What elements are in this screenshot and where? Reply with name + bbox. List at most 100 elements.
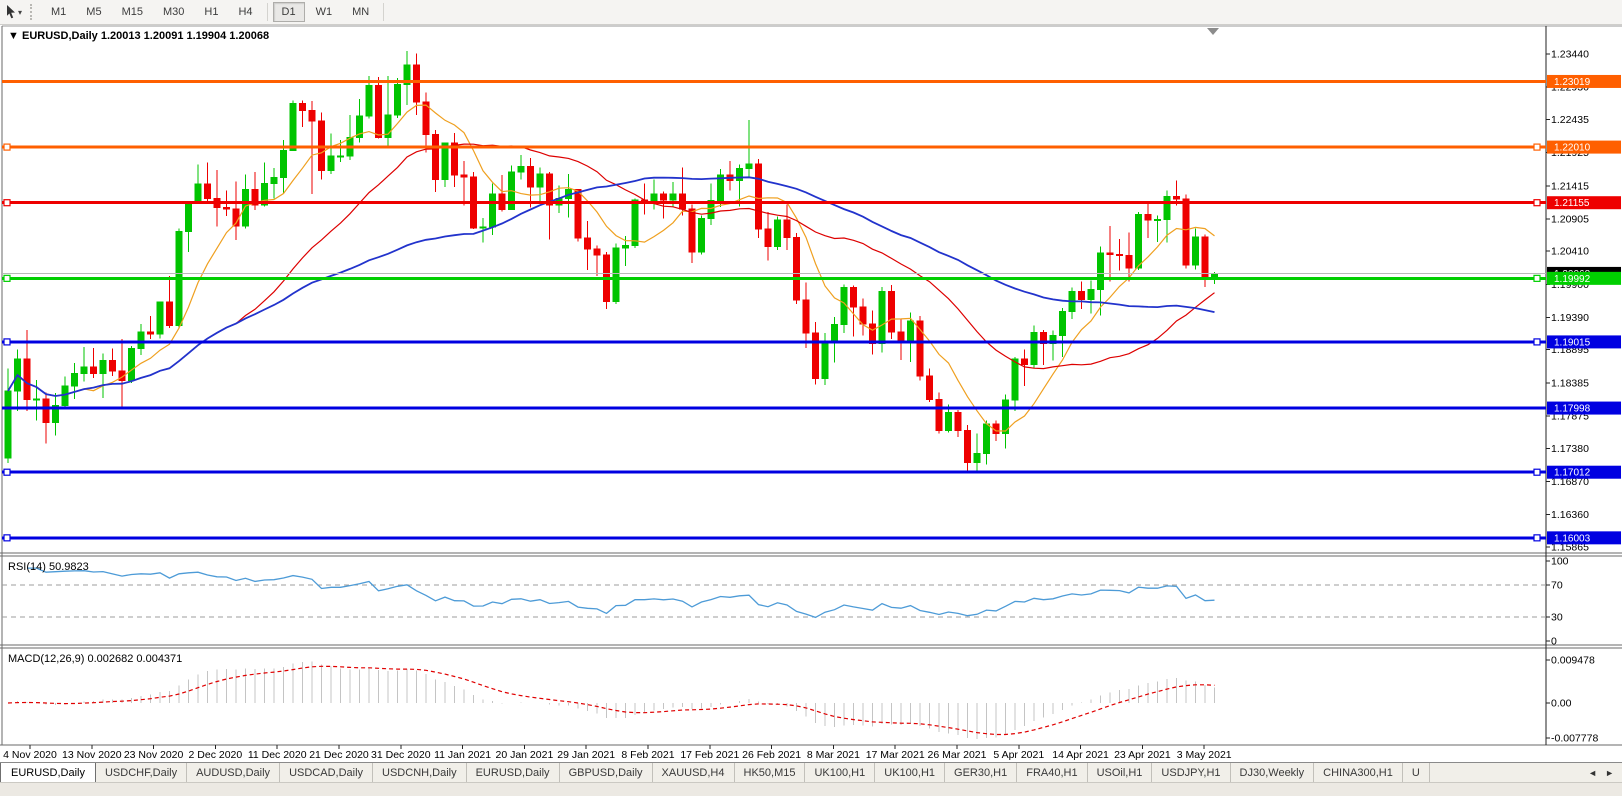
tabs-scroll-right-icon[interactable]: ► xyxy=(1605,768,1614,778)
line-handle[interactable] xyxy=(4,469,10,475)
candle xyxy=(34,399,40,400)
date-axis-label: 11 Jan 2021 xyxy=(434,749,491,761)
date-axis-label: 23 Apr 2021 xyxy=(1114,749,1171,761)
candle xyxy=(72,373,78,385)
candle xyxy=(5,391,11,458)
line-handle[interactable] xyxy=(1534,200,1540,206)
candle xyxy=(110,360,116,370)
candle xyxy=(822,343,828,379)
candle xyxy=(1060,312,1066,336)
candle xyxy=(908,321,914,341)
line-handle[interactable] xyxy=(1534,469,1540,475)
candle xyxy=(271,178,277,184)
candle xyxy=(794,238,800,300)
svg-text:1.22010: 1.22010 xyxy=(1554,143,1591,154)
candle xyxy=(1117,254,1123,255)
timeframe-button-M30[interactable]: M30 xyxy=(154,2,193,22)
line-handle[interactable] xyxy=(1534,275,1540,281)
candle xyxy=(594,249,600,255)
candle xyxy=(1174,197,1180,200)
candle xyxy=(205,184,211,198)
tab-eurusd-daily-0[interactable]: EURUSD,Daily xyxy=(0,763,96,782)
line-handle[interactable] xyxy=(4,535,10,541)
candle xyxy=(1012,359,1018,400)
tab-uk100-h1-9[interactable]: UK100,H1 xyxy=(805,763,875,782)
timeframe-button-M5[interactable]: M5 xyxy=(77,2,110,22)
tab-fra40-h1-12[interactable]: FRA40,H1 xyxy=(1017,763,1087,782)
price-axis-tick: 1.16360 xyxy=(1551,509,1589,521)
timeframe-button-M1[interactable]: M1 xyxy=(42,2,75,22)
candle xyxy=(148,332,154,334)
candle xyxy=(1126,256,1132,268)
tab-china300-h1-16[interactable]: CHINA300,H1 xyxy=(1314,763,1403,782)
timeframe-button-MN[interactable]: MN xyxy=(343,2,378,22)
timeframe-button-H4[interactable]: H4 xyxy=(229,2,261,22)
date-axis-label: 14 Apr 2021 xyxy=(1052,749,1109,761)
rsi-line xyxy=(27,568,1215,617)
candle xyxy=(461,175,467,177)
candle xyxy=(623,245,629,248)
price-axis-tick: 1.19390 xyxy=(1551,312,1589,324)
line-handle[interactable] xyxy=(4,200,10,206)
line-handle[interactable] xyxy=(4,275,10,281)
date-axis-label: 26 Mar 2021 xyxy=(928,749,987,761)
candle xyxy=(784,220,790,238)
rsi-indicator-label: RSI(14) 50.9823 xyxy=(8,561,89,573)
tab-eurusd-daily-5[interactable]: EURUSD,Daily xyxy=(467,763,560,782)
tab-hk50-m15-8[interactable]: HK50,M15 xyxy=(735,763,806,782)
chart-collapse-icon[interactable]: ▼ xyxy=(8,30,19,42)
tab-usoil-h1-13[interactable]: USOil,H1 xyxy=(1088,763,1153,782)
svg-text:1.16003: 1.16003 xyxy=(1554,533,1591,544)
candle xyxy=(100,360,106,373)
timeframe-button-D1[interactable]: D1 xyxy=(273,2,305,22)
line-handle[interactable] xyxy=(4,144,10,150)
date-axis-label: 8 Mar 2021 xyxy=(807,749,860,761)
tab-dj30-weekly-15[interactable]: DJ30,Weekly xyxy=(1231,763,1315,782)
timeframe-button-H1[interactable]: H1 xyxy=(195,2,227,22)
cursor-icon xyxy=(4,5,17,19)
line-handle[interactable] xyxy=(1534,144,1540,150)
candle xyxy=(699,219,705,252)
tab-ger30-h1-11[interactable]: GER30,H1 xyxy=(945,763,1017,782)
date-axis-label: 20 Jan 2021 xyxy=(495,749,553,761)
tab-usdcnh-daily-4[interactable]: USDCNH,Daily xyxy=(373,763,467,782)
candle xyxy=(309,111,315,121)
date-axis-label: 17 Feb 2021 xyxy=(680,749,739,761)
candle xyxy=(851,288,857,308)
candle xyxy=(366,85,372,116)
date-axis-label: 26 Feb 2021 xyxy=(742,749,801,761)
cursor-tool-button[interactable]: ▾ xyxy=(1,3,25,21)
candle xyxy=(338,156,344,157)
timeframe-button-W1[interactable]: W1 xyxy=(307,2,342,22)
line-handle[interactable] xyxy=(1534,339,1540,345)
candle xyxy=(936,399,942,430)
candle xyxy=(889,292,895,332)
tab-usdchf-daily-1[interactable]: USDCHF,Daily xyxy=(96,763,187,782)
candle xyxy=(651,194,657,201)
candle xyxy=(775,220,781,247)
candle xyxy=(1079,292,1085,300)
chart-canvas[interactable]: 1.234401.229301.224351.219251.214151.209… xyxy=(0,25,1622,762)
toolbar-drag-handle xyxy=(30,4,36,20)
candle xyxy=(737,169,743,181)
line-handle[interactable] xyxy=(4,339,10,345)
line-handle[interactable] xyxy=(1534,535,1540,541)
candle xyxy=(746,164,752,169)
tab-uk100-h1-10[interactable]: UK100,H1 xyxy=(875,763,945,782)
date-axis-label: 3 May 2021 xyxy=(1177,749,1232,761)
tab-usdcad-daily-3[interactable]: USDCAD,Daily xyxy=(280,763,373,782)
tabs-scroll-left-icon[interactable]: ◄ xyxy=(1588,768,1597,778)
tab-audusd-daily-2[interactable]: AUDUSD,Daily xyxy=(187,763,280,782)
tab-u-17[interactable]: U xyxy=(1403,763,1430,782)
svg-text:1.19015: 1.19015 xyxy=(1554,337,1591,348)
timeframe-button-M15[interactable]: M15 xyxy=(113,2,152,22)
rsi-axis-tick: 30 xyxy=(1551,612,1563,624)
price-axis-tick: 1.20410 xyxy=(1551,246,1589,258)
date-axis-label: 5 Apr 2021 xyxy=(993,749,1044,761)
tab-gbpusd-daily-6[interactable]: GBPUSD,Daily xyxy=(560,763,653,782)
candle xyxy=(689,209,695,252)
tab-usdjpy-h1-14[interactable]: USDJPY,H1 xyxy=(1152,763,1230,782)
tab-xauusd-h4-7[interactable]: XAUUSD,H4 xyxy=(653,763,735,782)
candle xyxy=(1183,199,1189,265)
date-axis-label: 11 Dec 2020 xyxy=(248,749,307,761)
